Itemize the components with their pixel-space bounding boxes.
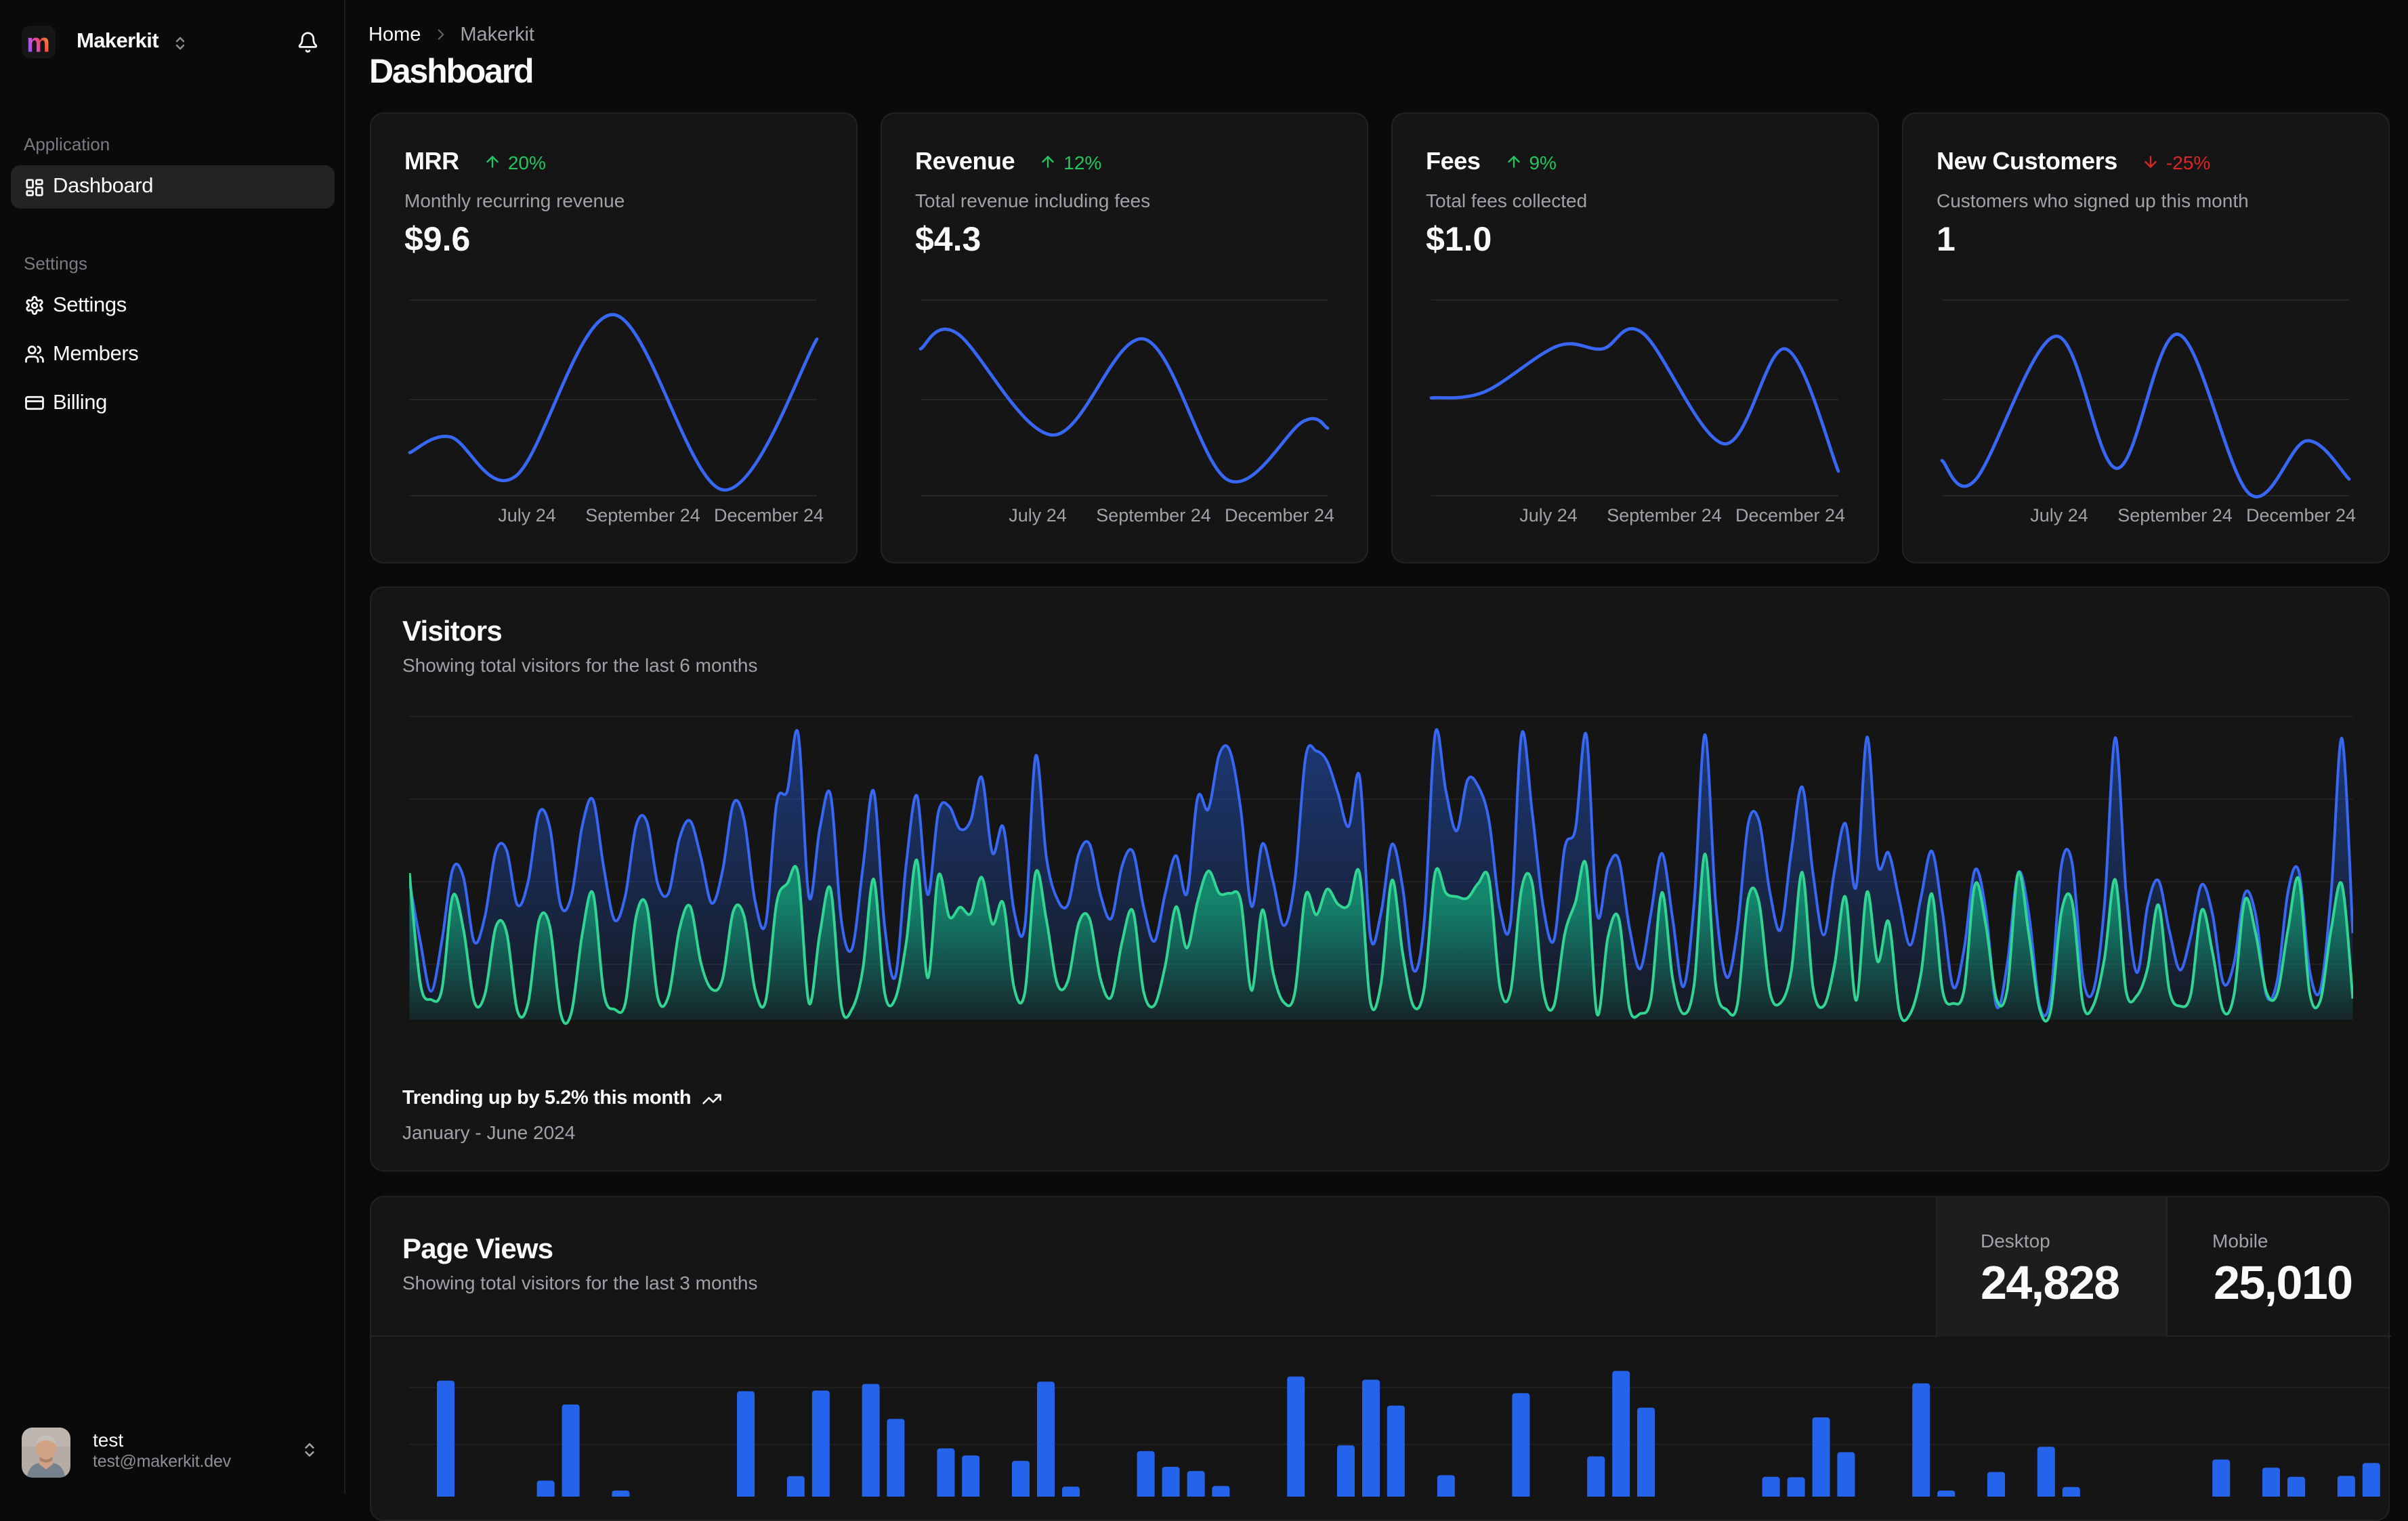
svg-text:m: m <box>26 28 50 57</box>
